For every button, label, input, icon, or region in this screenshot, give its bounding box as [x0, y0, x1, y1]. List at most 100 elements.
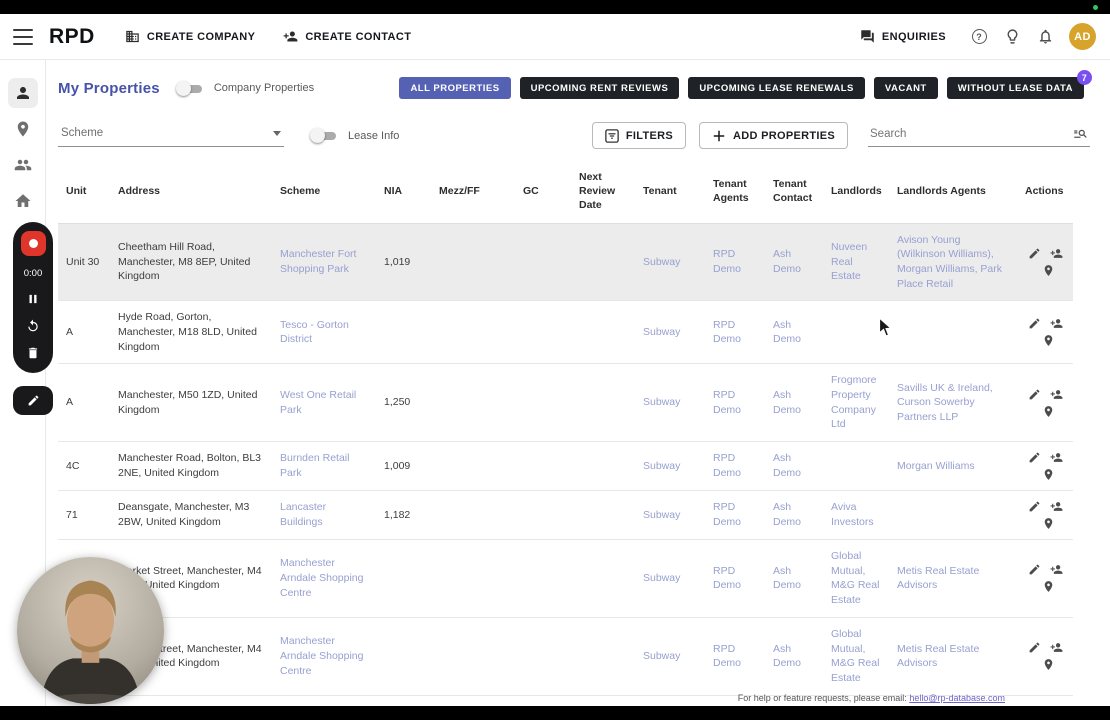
assign-contact-icon[interactable] [1050, 247, 1063, 260]
scheme-select[interactable]: Scheme [58, 124, 284, 147]
table-row[interactable]: U16 Market Street, Manchester, M4 3AQ, U… [58, 617, 1073, 695]
help-button[interactable] [970, 28, 988, 46]
cell-tenant-agents-link[interactable]: RPD Demo [705, 617, 765, 695]
cell-tenant-agents-link[interactable]: RPD Demo [705, 442, 765, 491]
cell-landlords-link[interactable]: Frogmore Property Company Ltd [823, 364, 889, 442]
cell-scheme-link[interactable]: Tesco - Gorton District [272, 301, 376, 364]
cell-tenant-link[interactable]: Subway [635, 364, 705, 442]
map-pin-icon[interactable] [1042, 334, 1055, 347]
help-email-link[interactable]: hello@rp-database.com [909, 693, 1005, 703]
enquiries-button[interactable]: ENQUIRIES [860, 29, 946, 44]
draw-tool-button[interactable] [13, 386, 53, 415]
edit-icon[interactable] [1028, 500, 1041, 513]
assign-contact-icon[interactable] [1050, 451, 1063, 464]
user-avatar[interactable]: AD [1069, 23, 1096, 50]
cell-tenant-link[interactable]: Subway [635, 617, 705, 695]
table-row[interactable]: 71 Deansgate, Manchester, M3 2BW, United… [58, 491, 1073, 540]
hamburger-menu-icon[interactable] [13, 29, 33, 45]
webcam-bubble[interactable] [17, 557, 164, 704]
add-properties-button[interactable]: ADD PROPERTIES [699, 122, 848, 149]
sidebar-item-locations[interactable] [8, 114, 38, 144]
cell-tenant-contact-link[interactable]: Ash Demo [765, 364, 823, 442]
tab-upcoming-lease-renewals[interactable]: UPCOMING LEASE RENEWALS [688, 77, 865, 99]
table-row[interactable]: A Hyde Road, Gorton, Manchester, M18 8LD… [58, 301, 1073, 364]
cell-landlords-agents-link[interactable]: Morgan Williams [889, 442, 1017, 491]
cell-landlords-link[interactable]: Nuveen Real Estate [823, 223, 889, 301]
cell-landlords-agents-link[interactable]: Metis Real Estate Advisors [889, 540, 1017, 618]
map-pin-icon[interactable] [1042, 580, 1055, 593]
restart-recording-button[interactable] [26, 318, 41, 333]
assign-contact-icon[interactable] [1050, 641, 1063, 654]
cell-landlords-link[interactable] [823, 442, 889, 491]
stop-recording-button[interactable] [21, 231, 46, 256]
search-icon[interactable] [1073, 126, 1088, 141]
cell-scheme-link[interactable]: Manchester Arndale Shopping Centre [272, 540, 376, 618]
table-row[interactable]: A Manchester, M50 1ZD, United Kingdom We… [58, 364, 1073, 442]
map-pin-icon[interactable] [1042, 517, 1055, 530]
map-pin-icon[interactable] [1042, 264, 1055, 277]
whats-new-button[interactable] [1003, 28, 1021, 46]
cell-tenant-agents-link[interactable]: RPD Demo [705, 223, 765, 301]
table-row[interactable]: Market Street, Manchester, M4 3AQ, Unite… [58, 540, 1073, 618]
cell-landlords-agents-link[interactable] [889, 301, 1017, 364]
sidebar-item-properties[interactable] [8, 186, 38, 216]
lease-info-toggle[interactable] [310, 128, 339, 143]
create-contact-button[interactable]: CREATE CONTACT [283, 29, 411, 44]
cell-landlords-link[interactable]: Global Mutual, M&G Real Estate [823, 540, 889, 618]
cell-landlords-agents-link[interactable]: Avison Young (Wilkinson Williams), Morga… [889, 223, 1017, 301]
map-pin-icon[interactable] [1042, 658, 1055, 671]
cell-tenant-contact-link[interactable]: Ash Demo [765, 442, 823, 491]
assign-contact-icon[interactable] [1050, 388, 1063, 401]
cell-tenant-agents-link[interactable]: RPD Demo [705, 540, 765, 618]
cell-scheme-link[interactable]: Manchester Arndale Shopping Centre [272, 617, 376, 695]
company-properties-toggle[interactable] [176, 81, 205, 96]
cell-tenant-contact-link[interactable]: Ash Demo [765, 301, 823, 364]
tab-upcoming-rent-reviews[interactable]: UPCOMING RENT REVIEWS [520, 77, 680, 99]
pause-recording-button[interactable] [26, 291, 41, 306]
filters-button[interactable]: FILTERS [592, 122, 686, 149]
cell-tenant-contact-link[interactable]: Ash Demo [765, 617, 823, 695]
tab-vacant[interactable]: VACANT [874, 77, 938, 99]
edit-icon[interactable] [1028, 563, 1041, 576]
cell-tenant-contact-link[interactable]: Ash Demo [765, 223, 823, 301]
cell-landlords-link[interactable]: Global Mutual, M&G Real Estate [823, 617, 889, 695]
cell-tenant-agents-link[interactable]: RPD Demo [705, 364, 765, 442]
edit-icon[interactable] [1028, 247, 1041, 260]
cell-landlords-agents-link[interactable]: Savills UK & Ireland, Curson Sowerby Par… [889, 364, 1017, 442]
cell-tenant-contact-link[interactable]: Ash Demo [765, 491, 823, 540]
cell-scheme-link[interactable]: Burnden Retail Park [272, 442, 376, 491]
cell-tenant-agents-link[interactable]: RPD Demo [705, 301, 765, 364]
search-input[interactable] [870, 128, 1073, 140]
tab-all-properties[interactable]: ALL PROPERTIES [399, 77, 510, 99]
map-pin-icon[interactable] [1042, 468, 1055, 481]
edit-icon[interactable] [1028, 641, 1041, 654]
edit-icon[interactable] [1028, 388, 1041, 401]
edit-icon[interactable] [1028, 451, 1041, 464]
cell-tenant-link[interactable]: Subway [635, 442, 705, 491]
create-company-button[interactable]: CREATE COMPANY [125, 29, 255, 44]
sidebar-item-contacts[interactable] [8, 78, 38, 108]
delete-recording-button[interactable] [26, 345, 41, 360]
notifications-button[interactable] [1036, 28, 1054, 46]
assign-contact-icon[interactable] [1050, 500, 1063, 513]
cell-landlords-link[interactable]: Aviva Investors [823, 491, 889, 540]
cell-scheme-link[interactable]: Manchester Fort Shopping Park [272, 223, 376, 301]
table-row[interactable]: 4C Manchester Road, Bolton, BL3 2NE, Uni… [58, 442, 1073, 491]
cell-tenant-link[interactable]: Subway [635, 540, 705, 618]
table-row[interactable]: Unit 30 Cheetham Hill Road, Manchester, … [58, 223, 1073, 301]
cell-tenant-contact-link[interactable]: Ash Demo [765, 540, 823, 618]
assign-contact-icon[interactable] [1050, 563, 1063, 576]
edit-icon[interactable] [1028, 317, 1041, 330]
cell-tenant-link[interactable]: Subway [635, 301, 705, 364]
cell-tenant-agents-link[interactable]: RPD Demo [705, 491, 765, 540]
cell-landlords-link[interactable] [823, 301, 889, 364]
cell-landlords-agents-link[interactable]: Metis Real Estate Advisors [889, 617, 1017, 695]
cell-scheme-link[interactable]: West One Retail Park [272, 364, 376, 442]
map-pin-icon[interactable] [1042, 405, 1055, 418]
cell-landlords-agents-link[interactable] [889, 491, 1017, 540]
assign-contact-icon[interactable] [1050, 317, 1063, 330]
cell-tenant-link[interactable]: Subway [635, 491, 705, 540]
sidebar-item-companies[interactable] [8, 150, 38, 180]
tab-without-lease-data[interactable]: WITHOUT LEASE DATA 7 [947, 77, 1084, 99]
cell-tenant-link[interactable]: Subway [635, 223, 705, 301]
